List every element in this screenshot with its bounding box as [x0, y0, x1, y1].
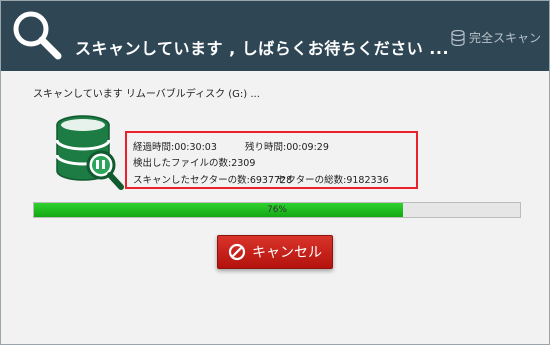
header-bar: スキャンしています , しばらくお待ちください ... 完全スキャン	[1, 1, 549, 71]
sectors-total-label: セクターの総数:	[277, 175, 347, 186]
database-icon	[451, 29, 465, 46]
progress-percent: 76%	[266, 205, 287, 215]
remaining-label: 残り時間:	[245, 142, 287, 153]
elapsed-time: 経過時間:00:30:03	[133, 139, 217, 153]
cancel-button-label: キャンセル	[252, 245, 322, 261]
cancel-button[interactable]: キャンセル	[217, 235, 333, 269]
files-found: 検出したファイルの数:2309	[133, 155, 255, 169]
files-found-label: 検出したファイルの数:	[133, 158, 232, 169]
scan-progress-bar: 76%	[33, 202, 521, 218]
content-area: スキャンしています リムーバブルディスク (G:) ... 経過時間:00:30…	[1, 71, 549, 344]
scan-stats-box: 経過時間:00:30:03 残り時間:00:09:29 検出したファイルの数:2…	[125, 131, 418, 189]
sectors-scanned: スキャンしたセクターの数:6937728	[133, 172, 292, 186]
page-title: スキャンしています , しばらくお待ちください ...	[75, 39, 450, 58]
sectors-scanned-label: スキャンしたセクターの数:	[133, 175, 250, 186]
ban-icon	[228, 243, 246, 261]
remaining-value: 00:09:29	[286, 142, 329, 153]
elapsed-label: 経過時間:	[133, 142, 175, 153]
scan-target-text: スキャンしています リムーバブルディスク (G:) ...	[33, 89, 260, 100]
full-scan-label-group: 完全スキャン	[451, 29, 541, 46]
elapsed-value: 00:30:03	[174, 142, 217, 153]
scan-progress-window: スキャンしています , しばらくお待ちください ... 完全スキャン スキャンし…	[0, 0, 550, 345]
search-icon	[13, 11, 62, 60]
sectors-total: セクターの総数:9182336	[277, 172, 389, 186]
remaining-time: 残り時間:00:09:29	[245, 139, 329, 153]
disk-scan-icon	[55, 115, 124, 190]
sectors-total-value: 9182336	[346, 175, 389, 186]
files-found-value: 2309	[231, 158, 256, 169]
full-scan-label: 完全スキャン	[468, 31, 541, 45]
